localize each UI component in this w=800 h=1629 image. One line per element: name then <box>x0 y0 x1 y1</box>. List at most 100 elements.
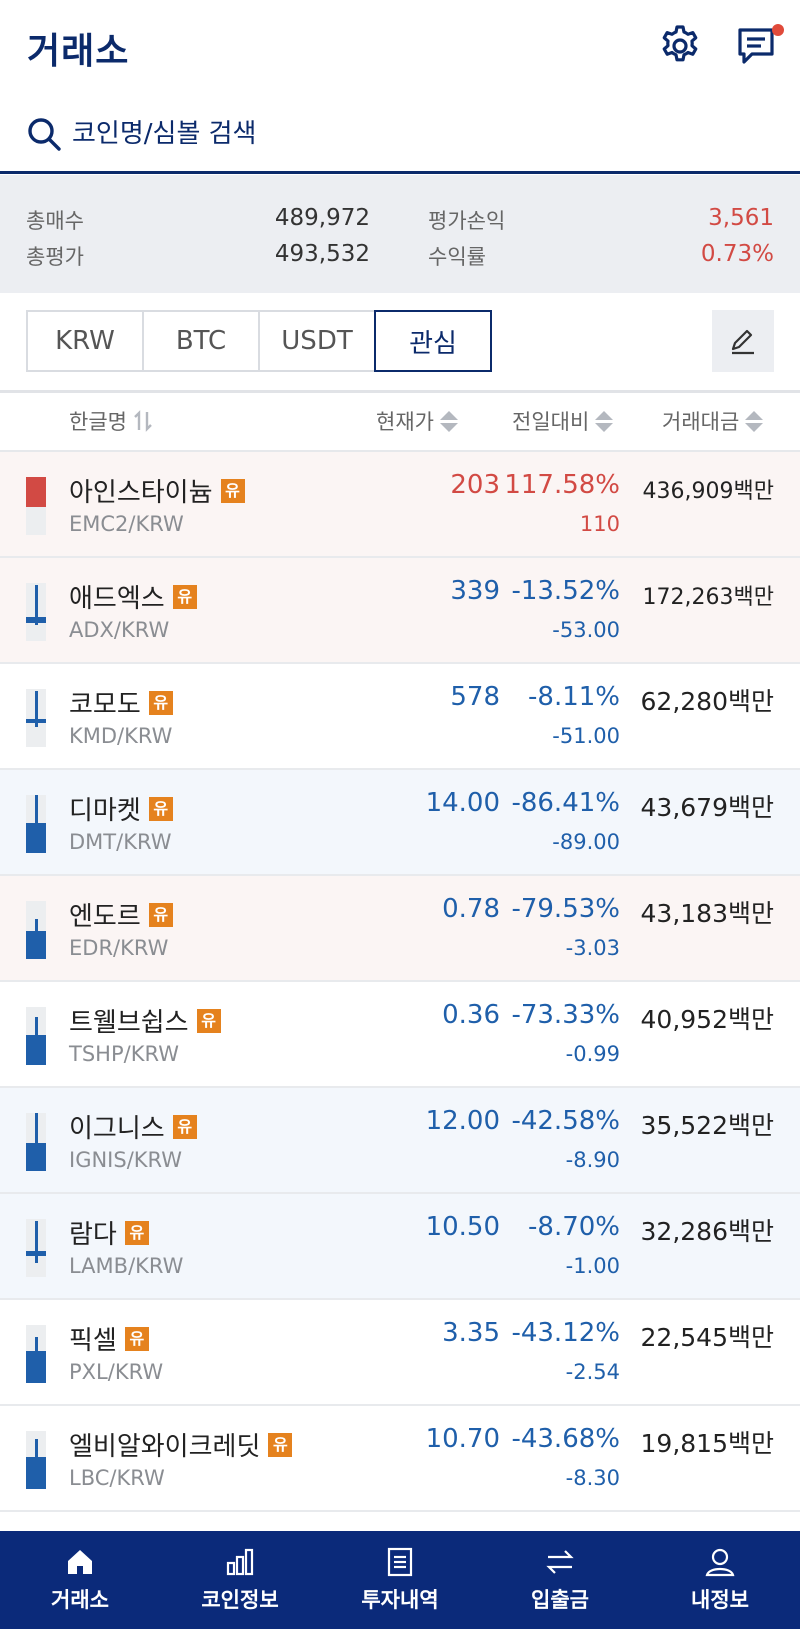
coin-name: 트웰브쉽스 <box>69 1008 189 1038</box>
page-title: 거래소 <box>27 31 130 72</box>
pnl-label: 평가손익 <box>428 209 506 233</box>
tab-krw[interactable]: KRW <box>26 310 144 372</box>
nav-label: 코인정보 <box>201 1588 279 1612</box>
change-amount: -8.90 <box>565 1148 620 1172</box>
current-price: 10.70 <box>425 1424 500 1454</box>
nav-my-info[interactable]: 내정보 <box>640 1531 800 1629</box>
nav-label: 투자내역 <box>361 1588 439 1612</box>
candle-icon <box>26 795 46 853</box>
transfer-icon <box>546 1550 574 1574</box>
coin-row[interactable]: 픽셀 유 PXL/KRW 3.35 -43.12% -2.54 22,545백만 <box>0 1300 800 1406</box>
change-amount: 110 <box>579 512 620 536</box>
coin-symbol: PXL/KRW <box>69 1360 164 1384</box>
trade-volume: 32,286백만 <box>640 1217 774 1246</box>
trade-volume: 436,909백만 <box>642 479 774 504</box>
coin-symbol: KMD/KRW <box>69 724 173 748</box>
coin-row[interactable]: 엔도르 유 EDR/KRW 0.78 -79.53% -3.03 43,183백만 <box>0 876 800 982</box>
coin-row[interactable]: 트웰브쉽스 유 TSHP/KRW 0.36 -73.33% -0.99 40,95… <box>0 982 800 1088</box>
change-percent: -43.68% <box>511 1424 620 1454</box>
caution-badge: 유 <box>196 1008 221 1033</box>
coin-name: 애드엑스 <box>69 584 165 614</box>
coin-symbol: IGNIS/KRW <box>69 1148 183 1172</box>
gear-icon <box>662 25 698 62</box>
caution-badge: 유 <box>124 1220 149 1245</box>
trade-volume: 62,280백만 <box>640 687 774 716</box>
total-eval-value: 493,532 <box>274 241 370 267</box>
home-icon <box>68 1550 92 1574</box>
total-eval-label: 총평가 <box>26 245 84 269</box>
coin-row[interactable]: 람다 유 LAMB/KRW 10.50 -8.70% -1.00 32,286백만 <box>0 1194 800 1300</box>
user-icon <box>705 1548 735 1577</box>
search-input[interactable] <box>72 112 752 156</box>
trade-volume: 40,952백만 <box>640 1005 774 1034</box>
document-icon <box>387 1547 413 1577</box>
column-header-price[interactable]: 현재가 <box>376 406 458 436</box>
coin-name: 엘비알와이크레딧 <box>69 1432 261 1462</box>
coin-row[interactable]: 애드엑스 유 ADX/KRW 339 -13.52% -53.00 172,263… <box>0 558 800 664</box>
current-price: 3.35 <box>442 1318 500 1348</box>
search-icon <box>28 118 61 151</box>
change-amount: -51.00 <box>552 724 620 748</box>
trade-volume: 19,815백만 <box>640 1429 774 1458</box>
change-amount: -89.00 <box>552 830 620 854</box>
portfolio-summary: 총매수 489,972 총평가 493,532 평가손익 3,561 수익률 0… <box>0 175 800 293</box>
app-header: 거래소 <box>0 0 800 92</box>
coin-name: 이그니스 <box>69 1114 165 1144</box>
coin-symbol: ADX/KRW <box>69 618 170 642</box>
sort-icon <box>439 410 458 432</box>
change-percent: -73.33% <box>511 1000 620 1030</box>
current-price: 0.78 <box>442 894 500 924</box>
change-amount: -8.30 <box>565 1466 620 1490</box>
current-price: 203 <box>450 470 500 500</box>
change-percent: -8.70% <box>528 1212 620 1242</box>
change-amount: -1.00 <box>565 1254 620 1278</box>
change-percent: 117.58% <box>504 470 620 500</box>
change-percent: -43.12% <box>511 1318 620 1348</box>
current-price: 578 <box>450 682 500 712</box>
rate-value: 0.73% <box>700 241 774 267</box>
candle-icon <box>26 1113 46 1171</box>
tab-btc[interactable]: BTC <box>142 310 260 372</box>
change-amount: -53.00 <box>552 618 620 642</box>
nav-transfer[interactable]: 입출금 <box>480 1531 640 1629</box>
nav-label: 입출금 <box>531 1588 589 1612</box>
edit-button[interactable] <box>712 310 774 372</box>
coin-row[interactable]: 아인스타이늄 유 EMC2/KRW 203 117.58% 110 436,909… <box>0 452 800 558</box>
caution-badge: 유 <box>220 478 245 503</box>
coin-name: 코모도 <box>69 690 141 720</box>
nav-exchange[interactable]: 거래소 <box>0 1531 160 1629</box>
trade-volume: 22,545백만 <box>640 1323 774 1352</box>
current-price: 10.50 <box>425 1212 500 1242</box>
caution-badge: 유 <box>172 1114 197 1139</box>
sort-icon <box>595 410 614 432</box>
nav-coin-info[interactable]: 코인정보 <box>160 1531 320 1629</box>
tab-favorites[interactable]: 관심 <box>374 310 492 372</box>
column-header-change[interactable]: 전일대비 <box>512 406 614 436</box>
caution-badge: 유 <box>268 1432 293 1457</box>
caution-badge: 유 <box>124 1326 149 1351</box>
column-header-name[interactable]: 한글명 <box>69 406 153 436</box>
coin-row[interactable]: 엘비알와이크레딧 유 LBC/KRW 10.70 -43.68% -8.30 19… <box>0 1406 800 1512</box>
change-percent: -8.11% <box>528 682 620 712</box>
tab-usdt[interactable]: USDT <box>258 310 376 372</box>
coin-symbol: EMC2/KRW <box>69 512 184 536</box>
change-amount: -2.54 <box>565 1360 620 1384</box>
column-header-volume[interactable]: 거래대금 <box>662 406 764 436</box>
current-price: 339 <box>450 576 500 606</box>
nav-label: 거래소 <box>51 1588 109 1612</box>
bar-chart-icon <box>226 1548 254 1576</box>
coin-name: 아인스타이늄 <box>69 478 213 508</box>
search-bar <box>0 100 800 174</box>
current-price: 14.00 <box>425 788 500 818</box>
coin-row[interactable]: 코모도 유 KMD/KRW 578 -8.11% -51.00 62,280백만 <box>0 664 800 770</box>
candle-icon <box>26 1325 46 1383</box>
caution-badge: 유 <box>148 796 173 821</box>
nav-investment[interactable]: 투자내역 <box>320 1531 480 1629</box>
trade-volume: 43,183백만 <box>640 899 774 928</box>
coin-row[interactable]: 디마켓 유 DMT/KRW 14.00 -86.41% -89.00 43,679… <box>0 770 800 876</box>
bottom-nav: 거래소 코인정보 투자내역 입출금 내정보 <box>0 1531 800 1629</box>
coin-symbol: LBC/KRW <box>69 1466 165 1490</box>
coin-row[interactable]: 이그니스 유 IGNIS/KRW 12.00 -42.58% -8.90 35,5… <box>0 1088 800 1194</box>
settings-button[interactable] <box>656 22 704 70</box>
change-percent: -42.58% <box>511 1106 620 1136</box>
